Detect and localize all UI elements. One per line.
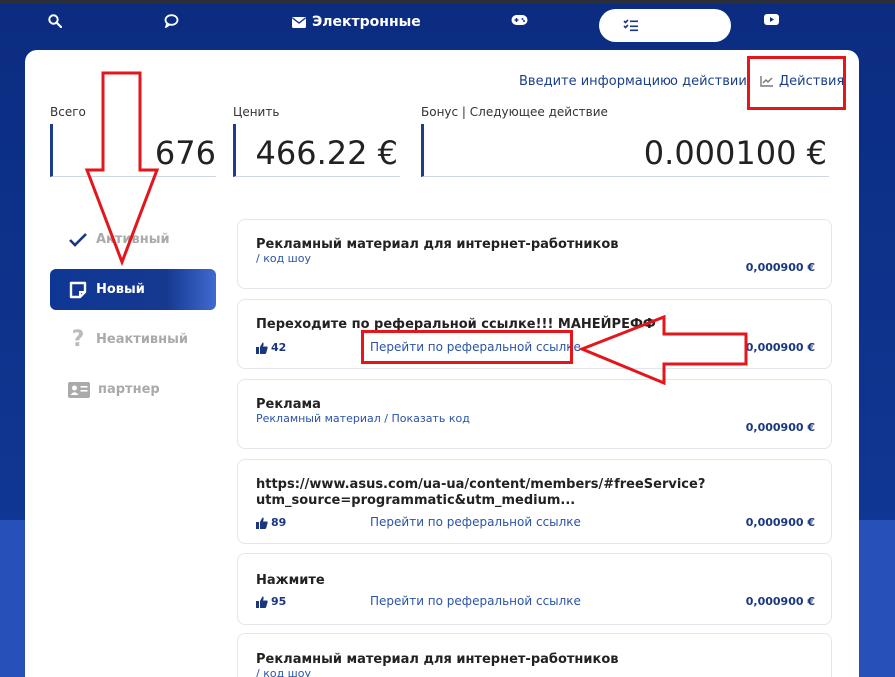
annotation-arrow-left [577,314,748,386]
annotation-arrow-down [84,71,160,267]
annotation-arrows [84,71,748,386]
